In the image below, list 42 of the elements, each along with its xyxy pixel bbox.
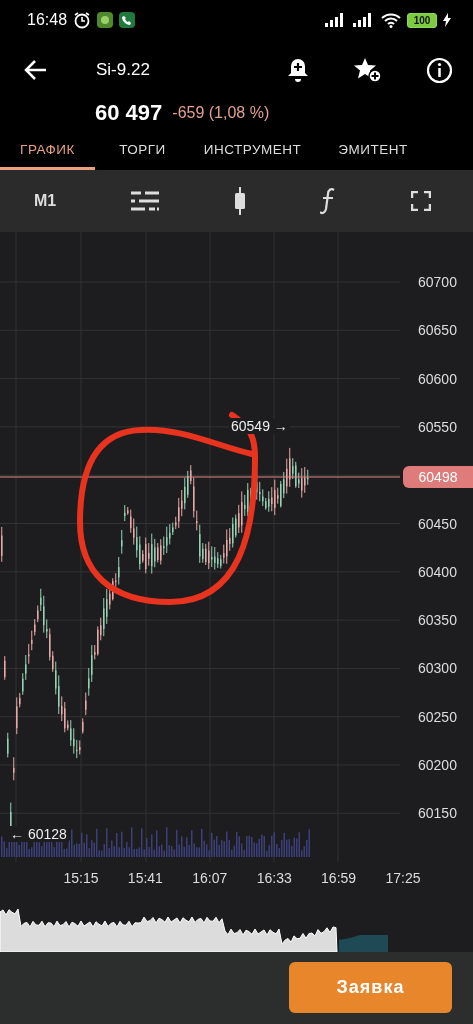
fullscreen-icon[interactable] [411, 191, 431, 211]
instrument-title: Si-9.22 [96, 60, 151, 80]
time-axis-label: 16:07 [192, 870, 228, 886]
back-arrow-icon[interactable] [24, 59, 48, 81]
app-icon [97, 12, 114, 28]
star-add-icon[interactable] [354, 57, 382, 83]
last-price: 60 497 [95, 99, 163, 126]
price-change: -659 (1,08 %) [172, 103, 270, 122]
tab[interactable]: ЭМИТЕНТ [315, 125, 431, 170]
tab[interactable]: ТОРГИ [95, 125, 190, 170]
price-axis-label: 60400 [418, 563, 457, 580]
time-axis-label: 16:59 [321, 870, 357, 886]
price-axis-label: 60450 [418, 515, 457, 532]
time-axis-label: 15:41 [127, 870, 163, 886]
tab[interactable]: ИНСТРУМЕНТ [190, 125, 315, 170]
alarm-icon [73, 11, 92, 29]
current-price-tag: 60498 [403, 466, 473, 488]
phone-app-icon [119, 12, 136, 28]
settings-sliders-icon[interactable] [130, 190, 159, 212]
price-axis-label: 60350 [418, 612, 457, 629]
interval-selector[interactable]: M1 [34, 192, 57, 210]
charging-icon [443, 13, 451, 27]
function-icon[interactable] [320, 187, 337, 215]
candlestick-icon[interactable] [233, 187, 246, 215]
price-axis-label: 60250 [418, 708, 457, 725]
price-axis-label: 60650 [418, 322, 457, 339]
time-axis-label: 17:25 [385, 870, 421, 886]
battery-level: 100 [407, 12, 437, 28]
time-axis-label: 16:33 [256, 870, 292, 886]
price-axis-label: 60600 [418, 370, 457, 387]
status-time: 16:48 [27, 11, 68, 29]
add-alert-icon[interactable] [286, 57, 310, 83]
wifi-icon [381, 12, 401, 28]
price-axis-label: 60700 [418, 274, 457, 290]
time-axis-label: 15:15 [63, 870, 99, 886]
price-axis-label: 60200 [418, 757, 457, 773]
price-axis-label: 60550 [418, 418, 457, 435]
high-price-label: 60549 → [229, 418, 290, 434]
price-axis-label: 60150 [418, 805, 457, 822]
price-axis-label: 60300 [418, 660, 457, 677]
info-icon[interactable] [426, 56, 453, 84]
low-price-label: ← 60128 [8, 826, 69, 842]
